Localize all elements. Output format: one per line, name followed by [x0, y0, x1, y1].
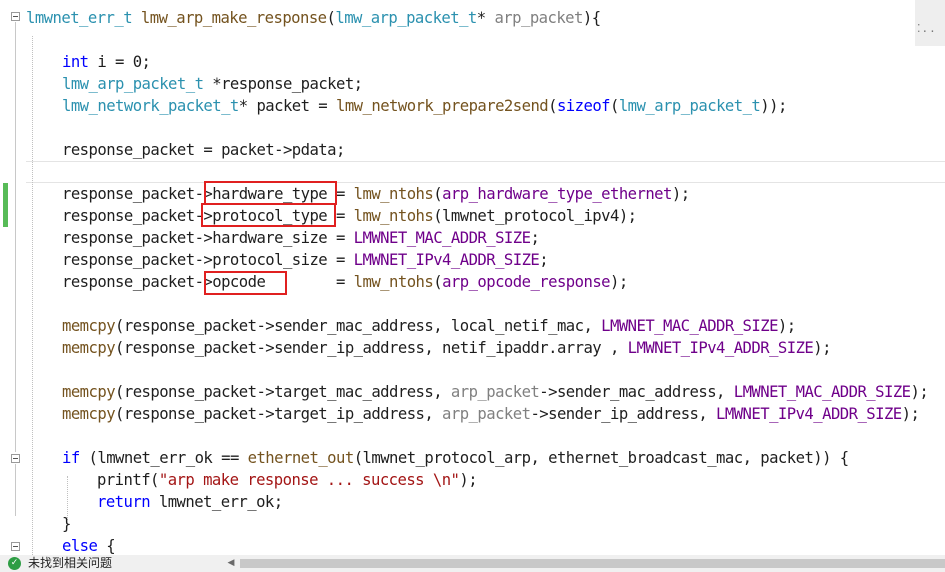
code-token: arp_hardware_type_ethernet	[442, 185, 672, 203]
code-token: LMWNET_MAC_ADDR_SIZE	[733, 383, 911, 401]
code-token: lmw_arp_packet_t	[62, 75, 204, 93]
fold-line	[15, 22, 16, 452]
code-line-5: lmw_network_packet_t* packet = lmw_netwo…	[62, 97, 787, 115]
code-editor[interactable]: ⁚.. lmwnet_err_t lmw_arp_make_response(l…	[0, 0, 945, 555]
code-line-16: memcpy(response_packet->sender_ip_addres…	[62, 339, 831, 357]
code-token: lmw_ntohs	[353, 185, 434, 203]
code-token: lmwnet_err_t	[26, 9, 133, 27]
fold-toggle-else[interactable]	[11, 542, 20, 551]
code-line-3: int i = 0;	[62, 53, 151, 71]
code-line-18: memcpy(response_packet->target_mac_addre…	[62, 383, 929, 401]
check-circle-icon: ✓	[8, 557, 21, 570]
code-token: lmw_ntohs	[353, 207, 434, 225]
code-line-4: lmw_arp_packet_t *response_packet;	[62, 75, 363, 93]
code-token: memcpy	[62, 317, 116, 335]
code-token: arp_packet	[450, 383, 540, 401]
code-token: lmw_network_prepare2send	[336, 97, 549, 115]
code-line-1: lmwnet_err_t lmw_arp_make_response(lmw_a…	[26, 9, 601, 27]
code-token: LMWNET_MAC_ADDR_SIZE	[601, 317, 778, 335]
code-token: lmw_ntohs	[353, 273, 434, 291]
code-line-13: response_packet->opcode = lmw_ntohs(arp_…	[62, 273, 628, 291]
code-line-9: response_packet->hardware_type = lmw_nto…	[62, 185, 690, 203]
fold-toggle-if[interactable]	[11, 454, 20, 463]
code-token: memcpy	[62, 405, 116, 423]
code-token: LMWNET_IPv4_ADDR_SIZE	[716, 405, 902, 423]
code-token: return	[97, 493, 151, 511]
highlight-box-hardware-type	[204, 181, 337, 205]
code-line-10: response_packet->protocol_type = lmw_nto…	[62, 207, 637, 225]
code-token: arp_opcode_response	[442, 273, 610, 291]
code-line-7: response_packet = packet->pdata;	[62, 141, 345, 159]
code-line-22: printf("arp make response ... success \n…	[97, 471, 478, 489]
code-token: memcpy	[62, 383, 116, 401]
fold-toggle-function[interactable]	[11, 12, 20, 21]
fold-line	[15, 464, 16, 516]
code-token: memcpy	[62, 339, 116, 357]
code-token: lmw_network_packet_t	[62, 97, 239, 115]
code-token: LMWNET_IPv4_ADDR_SIZE	[353, 251, 540, 269]
code-token: lmw_arp_make_response	[140, 9, 327, 27]
code-token: else	[62, 537, 98, 555]
code-line-12: response_packet->protocol_size = LMWNET_…	[62, 251, 549, 269]
code-token: "arp make response ... success \n"	[158, 471, 460, 489]
highlight-box-protocol-type	[201, 203, 336, 227]
code-line-25: else {	[62, 537, 116, 555]
highlight-box-opcode	[204, 271, 287, 295]
code-token: lmw_arp_packet_t	[618, 97, 761, 115]
scroll-map-glyph: ⁚..	[917, 22, 937, 35]
code-token: LMWNET_IPv4_ADDR_SIZE	[627, 339, 814, 357]
code-line-15: memcpy(response_packet->sender_mac_addre…	[62, 317, 796, 335]
code-line-23: return lmwnet_err_ok;	[97, 493, 283, 511]
code-line-11: response_packet->hardware_size = LMWNET_…	[62, 229, 540, 247]
code-token: arp_packet	[442, 405, 531, 423]
code-token: LMWNET_MAC_ADDR_SIZE	[353, 229, 531, 247]
scroll-map[interactable]: ⁚..	[915, 0, 945, 46]
code-line-19: memcpy(response_packet->target_ip_addres…	[62, 405, 920, 423]
code-token: int	[62, 53, 89, 71]
code-line-24: }	[62, 515, 71, 533]
status-text: 未找到相关问题	[28, 556, 113, 570]
change-marker	[3, 183, 8, 227]
code-token: lmw_arp_packet_t	[335, 9, 477, 27]
code-token: ethernet_out	[247, 449, 355, 467]
code-token: if	[62, 449, 80, 467]
indent-guide	[32, 36, 33, 555]
code-token: sizeof	[556, 97, 611, 115]
code-token: arp_packet	[494, 9, 583, 27]
current-line-highlight	[26, 161, 945, 183]
scroll-left-arrow-icon[interactable]: ◀	[224, 556, 238, 571]
code-line-21: if (lmwnet_err_ok == ethernet_out(lmwnet…	[62, 449, 849, 467]
horizontal-scrollbar[interactable]	[240, 559, 945, 568]
